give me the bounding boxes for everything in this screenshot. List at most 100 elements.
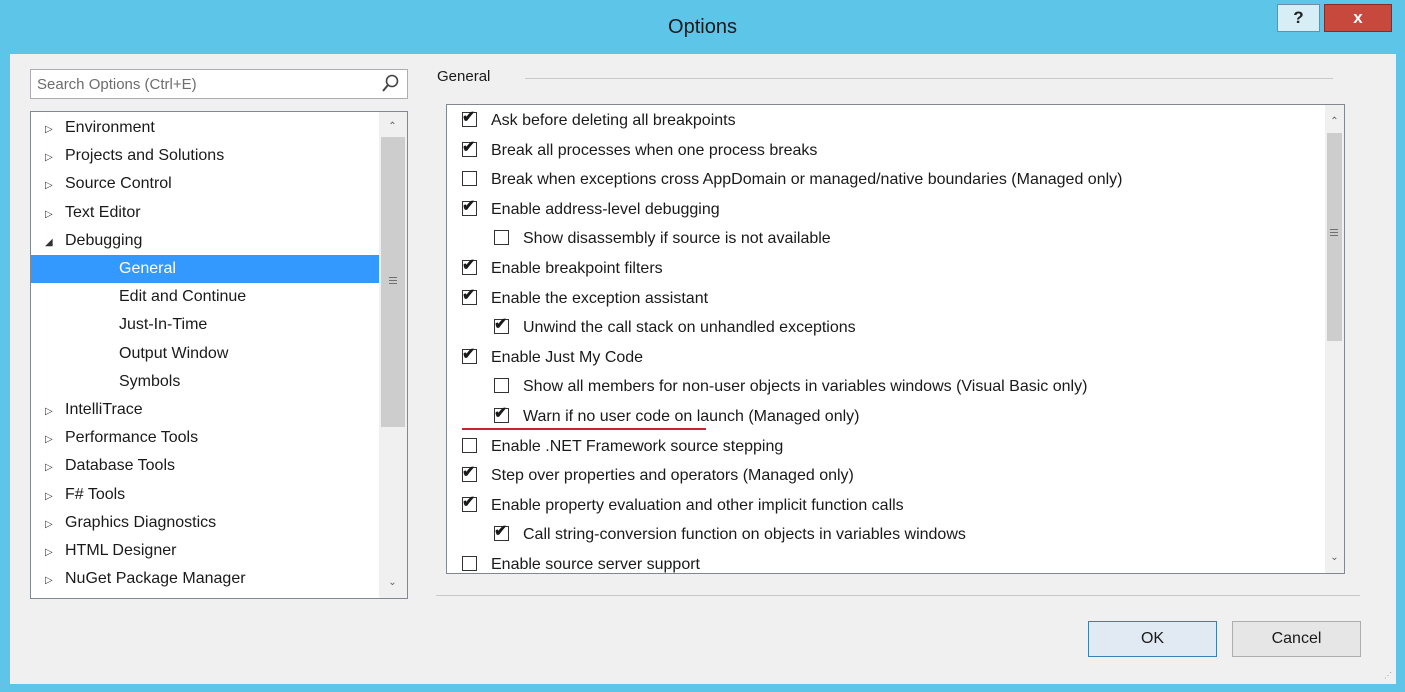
title-bar[interactable]: Options ? x bbox=[0, 0, 1405, 56]
group-divider bbox=[525, 78, 1333, 79]
option-label: Enable Just My Code bbox=[491, 348, 644, 366]
tree-item-label: Edit and Continue bbox=[119, 288, 247, 306]
tree-item[interactable]: General bbox=[31, 255, 407, 283]
tree-scrollbar[interactable]: ⌃ ⌄ bbox=[379, 112, 407, 598]
option-row[interactable]: Show all members for non-user objects in… bbox=[494, 373, 1307, 401]
option-row[interactable]: Enable .NET Framework source stepping bbox=[462, 433, 1307, 461]
scroll-grip-icon bbox=[389, 277, 397, 278]
option-row[interactable]: ✔ Step over properties and operators (Man… bbox=[462, 462, 1307, 490]
close-button[interactable]: x bbox=[1324, 4, 1392, 32]
option-row[interactable]: ✔ Enable address-level debugging bbox=[462, 196, 1307, 224]
checkmark-icon: ✔ bbox=[462, 138, 476, 156]
tree-scrollbar-thumb[interactable] bbox=[381, 137, 405, 427]
tree-item[interactable]: Output Window bbox=[31, 340, 236, 368]
tree-item-label: Environment bbox=[65, 119, 155, 136]
collapse-arrow-icon[interactable]: ◢ bbox=[45, 229, 61, 257]
option-row[interactable]: ✔ Call string-conversion function on obje… bbox=[494, 521, 1307, 549]
checkbox-unchecked[interactable] bbox=[494, 230, 509, 246]
expand-arrow-icon[interactable]: ▷ bbox=[45, 398, 61, 426]
option-row[interactable]: ✔ Break all processes when one process br… bbox=[462, 137, 1307, 165]
tree-item[interactable]: ▷ NuGet Package Manager bbox=[31, 565, 254, 593]
checkbox-checked[interactable]: ✔ bbox=[462, 494, 477, 512]
tree-item[interactable]: ▷ Database Tools bbox=[31, 452, 183, 480]
checkbox-checked[interactable]: ✔ bbox=[462, 464, 477, 483]
option-row[interactable]: ✔ Enable property evaluation and other im… bbox=[462, 492, 1307, 520]
tree-item[interactable]: ▷ Text Editor bbox=[31, 199, 149, 227]
option-label: Break all processes when one process bre… bbox=[491, 141, 818, 159]
tree-item[interactable]: Symbols bbox=[31, 368, 188, 396]
tree-item-label: HTML Designer bbox=[65, 542, 177, 559]
just-my-code-highlight-underline bbox=[462, 428, 706, 430]
tree-item[interactable]: ▷ Performance Tools bbox=[31, 424, 206, 452]
expand-arrow-icon[interactable]: ▷ bbox=[45, 201, 61, 229]
option-row[interactable]: Enable source server support bbox=[462, 551, 1307, 573]
checkbox-checked[interactable]: ✔ bbox=[462, 287, 477, 305]
option-row[interactable]: ✔ Enable breakpoint filters bbox=[462, 255, 1307, 283]
expand-arrow-icon[interactable]: ▷ bbox=[45, 454, 61, 482]
option-row[interactable]: ✔ Warn if no user code on launch (Managed… bbox=[494, 403, 1307, 431]
option-row[interactable]: ✔ Enable the exception assistant bbox=[462, 285, 1307, 313]
checkmark-icon: ✔ bbox=[462, 345, 476, 363]
option-row[interactable]: Show disassembly if source is not availa… bbox=[494, 225, 1307, 253]
tree-item[interactable]: Just-In-Time bbox=[31, 311, 215, 339]
tree-item[interactable]: ◢ Debugging bbox=[31, 227, 150, 255]
tree-item[interactable]: ▷ Source Control bbox=[31, 170, 180, 198]
tree-item[interactable]: ▷ Environment bbox=[31, 114, 163, 142]
checkbox-checked[interactable]: ✔ bbox=[494, 405, 509, 423]
expand-arrow-icon[interactable]: ▷ bbox=[45, 172, 61, 200]
scroll-down-arrow-icon[interactable]: ⌄ bbox=[1326, 549, 1343, 566]
option-label: Enable the exception assistant bbox=[491, 289, 709, 307]
tree-item[interactable]: ▷ Office Tools bbox=[31, 593, 156, 598]
option-label: Enable .NET Framework source stepping bbox=[491, 437, 784, 455]
option-row[interactable]: ✔ Unwind the call stack on unhandled exce… bbox=[494, 314, 1307, 342]
help-button[interactable]: ? bbox=[1277, 4, 1320, 32]
resize-grip-icon[interactable]: ⋰ bbox=[1384, 671, 1392, 680]
expand-arrow-icon[interactable]: ▷ bbox=[45, 426, 61, 454]
general-options-list[interactable]: ✔ Ask before deleting all breakpoints ✔ Bre… bbox=[446, 104, 1345, 574]
checkbox-unchecked[interactable] bbox=[462, 171, 477, 187]
checkmark-icon: ✔ bbox=[494, 316, 508, 334]
checkbox-checked[interactable]: ✔ bbox=[494, 523, 509, 542]
checkbox-checked[interactable]: ✔ bbox=[462, 257, 477, 275]
tree-item-label: Graphics Diagnostics bbox=[65, 513, 217, 531]
expand-arrow-icon[interactable]: ▷ bbox=[45, 567, 61, 595]
options-category-tree[interactable]: ▷ Environment ▷ Projects and Solutions ▷ Sour… bbox=[30, 111, 408, 599]
checkbox-checked[interactable]: ✔ bbox=[462, 198, 477, 216]
search-options-input[interactable]: Search Options (Ctrl+E) bbox=[30, 69, 408, 99]
tree-item-label: Performance Tools bbox=[65, 429, 199, 447]
expand-arrow-icon[interactable]: ▷ bbox=[45, 116, 61, 144]
expand-arrow-icon[interactable]: ▷ bbox=[45, 144, 61, 172]
checkmark-icon: ✔ bbox=[462, 493, 476, 511]
scroll-up-arrow-icon[interactable]: ⌃ bbox=[1326, 113, 1343, 130]
checkmark-icon: ✔ bbox=[462, 464, 476, 482]
checkbox-unchecked[interactable] bbox=[462, 556, 477, 571]
scroll-up-arrow-icon[interactable]: ⌃ bbox=[384, 118, 401, 135]
search-icon[interactable] bbox=[381, 73, 401, 95]
tree-item[interactable]: ▷ HTML Designer bbox=[31, 537, 184, 565]
option-row[interactable]: ✔ Ask before deleting all breakpoints bbox=[462, 107, 1307, 135]
tree-item[interactable]: ▷ IntelliTrace bbox=[31, 396, 151, 424]
cancel-button[interactable]: Cancel bbox=[1232, 621, 1361, 657]
expand-arrow-icon[interactable]: ▷ bbox=[45, 483, 61, 511]
expand-arrow-icon[interactable]: ▷ bbox=[45, 539, 61, 567]
ok-button[interactable]: OK bbox=[1088, 621, 1217, 657]
tree-item[interactable]: ▷ F# Tools bbox=[31, 481, 133, 509]
tree-item-label: F# Tools bbox=[65, 485, 126, 503]
expand-arrow-icon[interactable]: ▷ bbox=[45, 595, 61, 598]
checkbox-checked[interactable]: ✔ bbox=[462, 139, 477, 157]
checkbox-checked[interactable]: ✔ bbox=[462, 346, 477, 364]
checkbox-checked[interactable]: ✔ bbox=[494, 316, 509, 335]
option-row[interactable]: Break when exceptions cross AppDomain or… bbox=[462, 166, 1307, 194]
tree-item[interactable]: ▷ Projects and Solutions bbox=[31, 142, 232, 170]
checkbox-unchecked[interactable] bbox=[462, 437, 477, 453]
options-scrollbar-thumb[interactable] bbox=[1327, 133, 1342, 341]
tree-item[interactable]: Edit and Continue bbox=[31, 283, 254, 311]
checkbox-unchecked[interactable] bbox=[494, 378, 509, 394]
scroll-down-arrow-icon[interactable]: ⌄ bbox=[384, 574, 401, 591]
expand-arrow-icon[interactable]: ▷ bbox=[45, 511, 61, 539]
tree-item[interactable]: ▷ Graphics Diagnostics bbox=[31, 509, 224, 537]
tree-item-label: Just-In-Time bbox=[119, 316, 208, 334]
options-scrollbar[interactable]: ⌃ ⌄ bbox=[1325, 105, 1344, 573]
option-row[interactable]: ✔ Enable Just My Code bbox=[462, 344, 1307, 372]
checkbox-checked[interactable]: ✔ bbox=[462, 109, 477, 127]
